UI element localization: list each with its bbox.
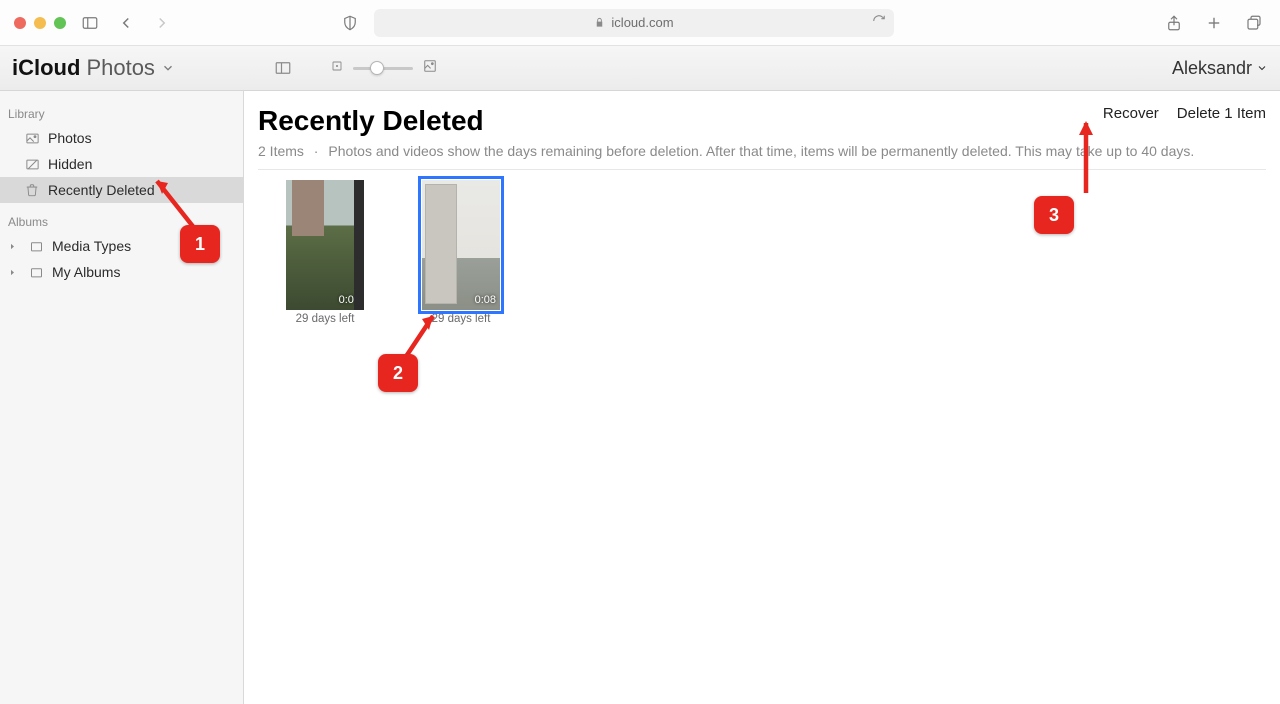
annotation-badge-3: 3 bbox=[1034, 196, 1074, 234]
app-title-prefix: iCloud bbox=[12, 55, 80, 81]
browser-toolbar: icloud.com bbox=[0, 0, 1280, 46]
thumbnail-caption: 29 days left bbox=[296, 313, 355, 325]
folder-icon bbox=[28, 264, 44, 280]
user-name: Aleksandr bbox=[1172, 58, 1252, 79]
back-button[interactable] bbox=[114, 11, 138, 35]
window-traffic-lights bbox=[14, 17, 66, 29]
address-bar[interactable]: icloud.com bbox=[374, 9, 894, 37]
reload-icon[interactable] bbox=[872, 14, 886, 31]
sidebar-item-hidden[interactable]: Hidden bbox=[0, 151, 243, 177]
recover-button[interactable]: Recover bbox=[1103, 105, 1159, 122]
new-tab-icon[interactable] bbox=[1202, 11, 1226, 35]
video-duration: 0:09 bbox=[339, 294, 360, 306]
sidebar: Library Photos Hidden Recently Deleted A… bbox=[0, 91, 244, 704]
small-thumb-icon bbox=[331, 59, 343, 77]
hidden-icon bbox=[24, 156, 40, 172]
user-menu[interactable]: Aleksandr bbox=[1172, 58, 1268, 79]
thumbnail-size-control bbox=[331, 59, 437, 78]
slider-knob[interactable] bbox=[370, 61, 384, 75]
sidebar-toggle-icon[interactable] bbox=[78, 11, 102, 35]
share-icon[interactable] bbox=[1162, 11, 1186, 35]
maximize-window-button[interactable] bbox=[54, 17, 66, 29]
size-slider[interactable] bbox=[353, 67, 413, 70]
annotation-arrow-3 bbox=[1044, 113, 1104, 208]
video-duration: 0:08 bbox=[475, 294, 496, 306]
content-area: Recently Deleted Recover Delete 1 Item 2… bbox=[244, 91, 1280, 704]
chevron-down-icon bbox=[1256, 62, 1268, 74]
main-area: Library Photos Hidden Recently Deleted A… bbox=[0, 91, 1280, 704]
sidebar-item-label: Photos bbox=[48, 130, 92, 146]
shield-icon[interactable] bbox=[338, 11, 362, 35]
sidebar-item-label: Hidden bbox=[48, 156, 92, 172]
thumbnail-item[interactable]: 0:08 29 days left bbox=[422, 180, 500, 325]
disclosure-triangle-icon[interactable] bbox=[8, 264, 20, 280]
content-subtext: 2 Items · Photos and videos show the day… bbox=[258, 143, 1266, 159]
content-header: Recently Deleted Recover Delete 1 Item bbox=[258, 105, 1266, 137]
close-window-button[interactable] bbox=[14, 17, 26, 29]
sidebar-item-label: Recently Deleted bbox=[48, 182, 155, 198]
delete-button[interactable]: Delete 1 Item bbox=[1177, 105, 1266, 122]
sidebar-item-recently-deleted[interactable]: Recently Deleted bbox=[0, 177, 243, 203]
video-thumbnail[interactable]: 0:09 bbox=[286, 180, 364, 310]
sidebar-panel-icon[interactable] bbox=[271, 56, 295, 80]
thumbnail-item[interactable]: 0:09 29 days left bbox=[286, 180, 364, 325]
lock-icon bbox=[594, 17, 605, 28]
large-thumb-icon bbox=[423, 59, 437, 78]
item-count: 2 Items bbox=[258, 143, 304, 159]
address-bar-text: icloud.com bbox=[611, 15, 673, 30]
annotation-badge-2: 2 bbox=[378, 354, 418, 392]
app-title[interactable]: iCloud Photos bbox=[12, 55, 175, 81]
sidebar-item-label: Media Types bbox=[52, 238, 131, 254]
sidebar-item-label: My Albums bbox=[52, 264, 120, 280]
chevron-down-icon bbox=[161, 55, 175, 81]
video-thumbnail[interactable]: 0:08 bbox=[422, 180, 500, 310]
photos-icon bbox=[24, 130, 40, 146]
minimize-window-button[interactable] bbox=[34, 17, 46, 29]
tab-overview-icon[interactable] bbox=[1242, 11, 1266, 35]
folder-icon bbox=[28, 238, 44, 254]
page-title: Recently Deleted bbox=[258, 105, 484, 137]
sidebar-section-library: Library bbox=[0, 103, 243, 125]
annotation-badge-1: 1 bbox=[180, 225, 220, 263]
sidebar-item-photos[interactable]: Photos bbox=[0, 125, 243, 151]
forward-button[interactable] bbox=[150, 11, 174, 35]
app-title-main: Photos bbox=[86, 55, 155, 81]
trash-icon bbox=[24, 182, 40, 198]
disclosure-triangle-icon[interactable] bbox=[8, 238, 20, 254]
thumbnail-grid: 0:09 29 days left 0:08 29 days left bbox=[258, 170, 1266, 325]
app-header: iCloud Photos Aleksandr bbox=[0, 46, 1280, 91]
